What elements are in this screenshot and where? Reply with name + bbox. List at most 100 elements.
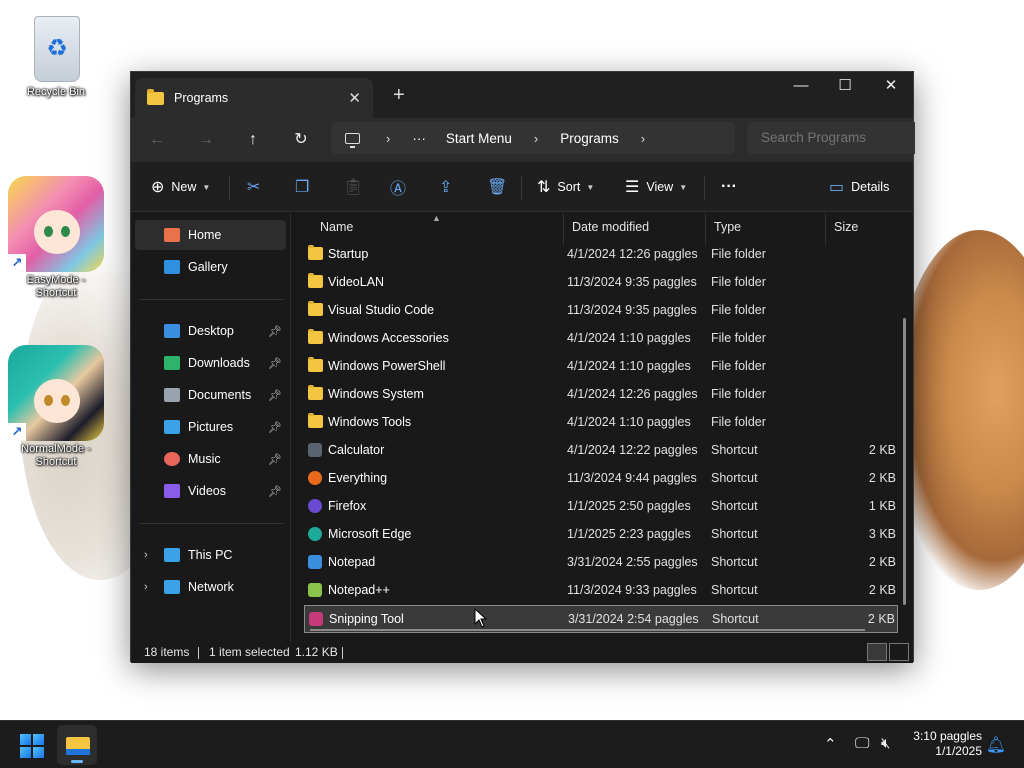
chevron-right-icon[interactable]: › bbox=[144, 549, 148, 561]
new-tab-button[interactable]: + bbox=[393, 84, 405, 106]
file-row[interactable]: Firefox 1/1/2025 2:50 paggles Shortcut 1 KB bbox=[304, 493, 898, 521]
file-date-modified: 4/1/2024 12:26 paggles bbox=[567, 387, 698, 401]
file-row[interactable]: VideoLAN 11/3/2024 9:35 paggles File folde… bbox=[304, 269, 898, 297]
divider bbox=[229, 176, 230, 200]
back-button[interactable]: ← bbox=[142, 126, 172, 154]
breadcrumb-start-menu[interactable]: Start Menu bbox=[446, 131, 512, 146]
search-input[interactable] bbox=[747, 122, 915, 154]
chevron-right-icon[interactable]: › bbox=[534, 131, 538, 146]
tiles-view-button[interactable] bbox=[889, 643, 909, 661]
sidebar-item-music[interactable]: Music 📌︎ bbox=[135, 444, 286, 474]
pin-icon[interactable]: 📌︎ bbox=[268, 453, 282, 466]
notification-bell-icon[interactable]: 🔔︎ bbox=[986, 735, 1006, 755]
desktop-icon-easymode[interactable]: ↗ EasyMode - Shortcut bbox=[6, 176, 106, 300]
file-name: Windows Tools bbox=[328, 415, 412, 429]
file-row[interactable]: Notepad++ 11/3/2024 9:33 paggles Shortcut 2… bbox=[304, 577, 898, 605]
shortcut-arrow-icon: ↗ bbox=[8, 254, 26, 272]
file-date-modified: 4/1/2024 1:10 paggles bbox=[567, 359, 691, 373]
sidebar-item-documents[interactable]: Documents 📌︎ bbox=[135, 380, 286, 410]
clock[interactable]: 3:10 paggles 1/1/2025 bbox=[913, 729, 982, 759]
file-name: Microsoft Edge bbox=[328, 527, 412, 541]
file-row[interactable]: Startup 4/1/2024 12:26 paggles File folder bbox=[304, 241, 898, 269]
sidebar-item-videos[interactable]: Videos 📌︎ bbox=[135, 476, 286, 506]
chevron-right-icon[interactable]: › bbox=[144, 581, 148, 593]
status-selection: 1 item selected bbox=[209, 645, 290, 659]
pin-icon[interactable]: 📌︎ bbox=[268, 357, 282, 370]
file-row[interactable]: Microsoft Edge 1/1/2025 2:23 paggles Short… bbox=[304, 521, 898, 549]
more-options-button[interactable]: ··· bbox=[721, 173, 737, 201]
address-bar[interactable]: › ··· Start Menu › Programs › bbox=[331, 122, 735, 154]
file-date-modified: 4/1/2024 1:10 paggles bbox=[567, 415, 691, 429]
view-list-icon: ☰ bbox=[625, 179, 640, 196]
sort-button[interactable]: ⇅ Sort ▼ bbox=[537, 173, 594, 201]
sidebar-item-gallery[interactable]: Gallery bbox=[135, 252, 286, 282]
up-button[interactable]: ↑ bbox=[238, 126, 268, 154]
desktop-icon-normalmode[interactable]: ↗ NormalMode - Shortcut bbox=[6, 345, 106, 469]
desktop-icon-label: EasyMode - Shortcut bbox=[26, 274, 86, 299]
file-row[interactable]: Everything 11/3/2024 9:44 paggles Shortcut… bbox=[304, 465, 898, 493]
desktop-icon-recycle-bin[interactable]: ♻ Recycle Bin bbox=[6, 8, 106, 99]
tab-close-icon[interactable]: ✕ bbox=[348, 89, 361, 107]
view-button[interactable]: ☰ View ▼ bbox=[625, 173, 687, 201]
volume-muted-icon[interactable]: 🔇︎ bbox=[881, 735, 890, 752]
rename-button[interactable]: Ⓐ bbox=[390, 173, 413, 201]
delete-button[interactable]: 🗑︎ bbox=[487, 173, 514, 201]
file-row[interactable]: Calculator 4/1/2024 12:22 paggles Shortcut… bbox=[304, 437, 898, 465]
chevron-right-icon[interactable]: › bbox=[641, 131, 645, 146]
sidebar-item-home[interactable]: Home bbox=[135, 220, 286, 250]
file-date-modified: 4/1/2024 12:26 paggles bbox=[567, 247, 698, 261]
file-row[interactable]: Visual Studio Code 11/3/2024 9:35 paggles… bbox=[304, 297, 898, 325]
pin-icon[interactable]: 📌︎ bbox=[268, 389, 282, 402]
taskbar: ⌃ 🖵︎ 🔇︎ 3:10 paggles 1/1/2025 🔔︎ bbox=[0, 720, 1024, 768]
network-status-icon[interactable]: 🖵︎ bbox=[855, 735, 869, 752]
file-name: VideoLAN bbox=[328, 275, 385, 289]
paste-button[interactable]: 📋︎ bbox=[343, 173, 370, 201]
sidebar-item-network[interactable]: › Network bbox=[135, 572, 286, 602]
breadcrumb-programs[interactable]: Programs bbox=[560, 131, 619, 146]
copy-icon: ❐ bbox=[295, 179, 310, 196]
sidebar-item-this-pc[interactable]: › This PC bbox=[135, 540, 286, 570]
vertical-scrollbar[interactable] bbox=[903, 318, 906, 605]
file-row[interactable]: Notepad 3/31/2024 2:55 paggles Shortcut 2 K… bbox=[304, 549, 898, 577]
chevron-right-icon[interactable]: › bbox=[386, 131, 390, 146]
cut-button[interactable]: ✂ bbox=[247, 173, 267, 201]
show-hidden-icons-button[interactable]: ⌃ bbox=[824, 735, 837, 753]
new-button-label: New bbox=[171, 180, 197, 194]
edge-icon bbox=[308, 527, 322, 541]
details-pane-button[interactable]: ▭ Details bbox=[829, 173, 889, 201]
file-row[interactable]: Windows System 4/1/2024 12:26 paggles File… bbox=[304, 381, 898, 409]
breadcrumb-more[interactable]: ··· bbox=[412, 131, 426, 146]
documents-icon bbox=[164, 388, 180, 402]
pin-icon[interactable]: 📌︎ bbox=[268, 421, 282, 434]
file-type: File folder bbox=[711, 331, 766, 345]
sidebar-item-downloads[interactable]: Downloads 📌︎ bbox=[135, 348, 286, 378]
minimize-button[interactable]: — bbox=[778, 72, 824, 102]
copy-button[interactable]: ❐ bbox=[295, 173, 316, 201]
horizontal-scrollbar[interactable] bbox=[310, 629, 865, 631]
taskbar-file-explorer[interactable] bbox=[57, 725, 97, 765]
file-row[interactable]: Windows Accessories 4/1/2024 1:10 paggles… bbox=[304, 325, 898, 353]
paste-icon: 📋︎ bbox=[343, 179, 364, 196]
sidebar-item-label: Network bbox=[188, 580, 234, 594]
new-button[interactable]: ⊕ New ▼ bbox=[151, 173, 210, 201]
refresh-button[interactable]: ↻ bbox=[286, 126, 316, 154]
share-button[interactable]: ⇪ bbox=[439, 173, 459, 201]
pin-icon[interactable]: 📌︎ bbox=[268, 485, 282, 498]
file-type: File folder bbox=[711, 275, 766, 289]
close-button[interactable]: ✕ bbox=[868, 72, 914, 102]
pin-icon[interactable]: 📌︎ bbox=[268, 325, 282, 338]
tab-programs[interactable]: Programs ✕ bbox=[135, 78, 373, 118]
details-view-button[interactable] bbox=[867, 643, 887, 661]
divider bbox=[342, 647, 343, 659]
status-bar: 18 items 1 item selected 1.12 KB bbox=[131, 643, 913, 663]
folder-icon bbox=[308, 413, 323, 428]
start-button[interactable] bbox=[20, 734, 44, 758]
sidebar-item-label: This PC bbox=[188, 548, 233, 562]
maximize-button[interactable]: ☐ bbox=[822, 72, 868, 102]
file-date-modified: 3/31/2024 2:55 paggles bbox=[567, 555, 698, 569]
forward-button[interactable]: → bbox=[191, 126, 221, 154]
sidebar-item-pictures[interactable]: Pictures 📌︎ bbox=[135, 412, 286, 442]
file-row[interactable]: Windows PowerShell 4/1/2024 1:10 paggles F… bbox=[304, 353, 898, 381]
file-row[interactable]: Windows Tools 4/1/2024 1:10 paggles File f… bbox=[304, 409, 898, 437]
sidebar-item-desktop[interactable]: Desktop 📌︎ bbox=[135, 316, 286, 346]
